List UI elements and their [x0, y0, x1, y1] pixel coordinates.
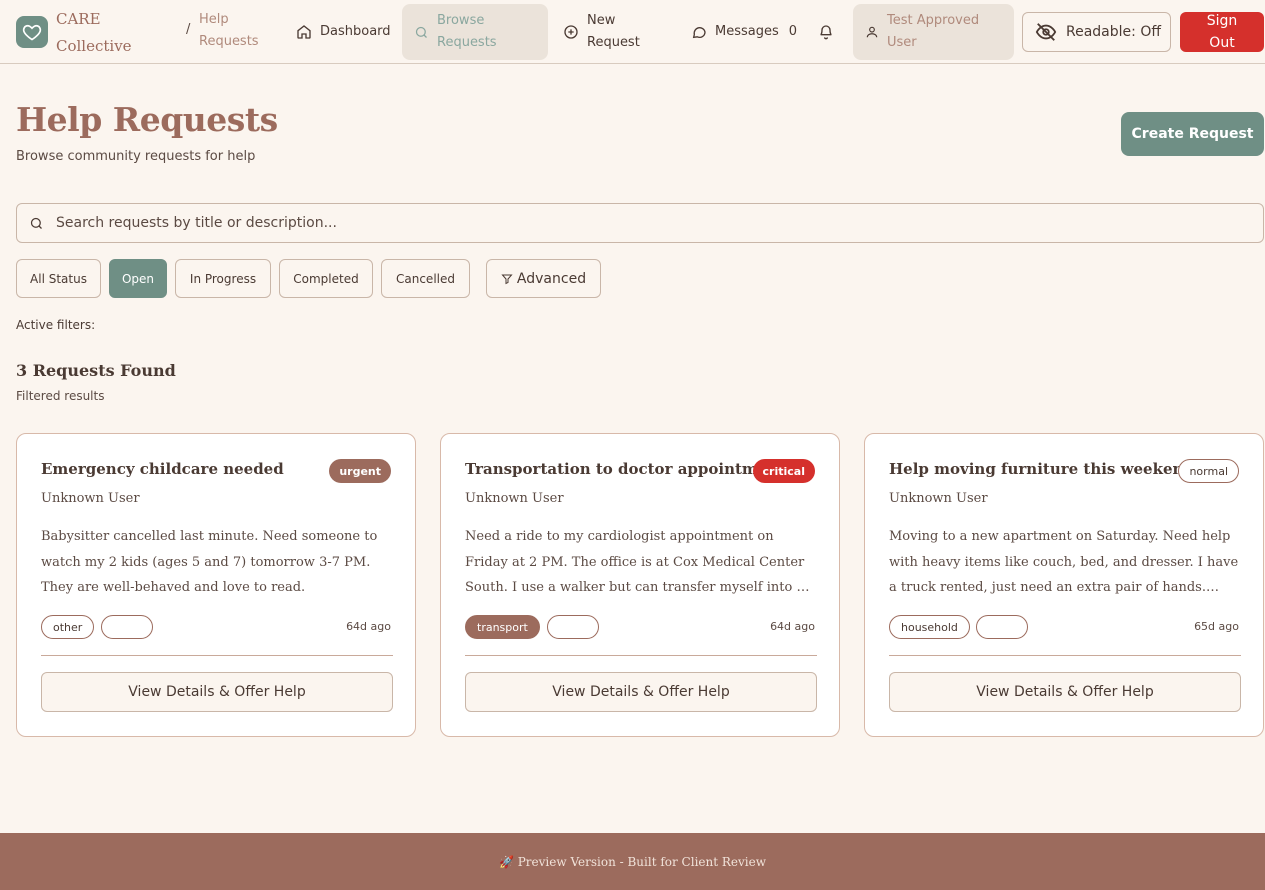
request-card[interactable]: Emergency childcare needed urgent Unknow… [16, 433, 416, 737]
card-divider [41, 655, 393, 656]
results-sublabel: Filtered results [16, 389, 105, 403]
nav-messages[interactable]: Messages 0 [691, 4, 801, 60]
card-time: 64d ago [770, 620, 815, 633]
plus-circle-icon [563, 24, 579, 40]
messages-count-badge: 0 [788, 24, 798, 39]
user-name: Test Approved User [887, 13, 980, 50]
search-icon [414, 25, 429, 40]
card-user: Unknown User [41, 491, 140, 506]
category-tag: other [41, 615, 95, 639]
breadcrumb-separator: / [186, 22, 191, 37]
advanced-filter-label: Advanced [516, 270, 587, 287]
view-details-button[interactable]: View Details & Offer Help [465, 672, 817, 712]
readable-toggle-button[interactable]: Readable: Off [1022, 12, 1171, 52]
card-divider [889, 655, 1241, 656]
readable-label: Readable: Off [1066, 24, 1161, 40]
filter-cancelled[interactable]: Cancelled [381, 259, 470, 298]
top-nav: CARE Collective / Help Requests Dashboar… [0, 0, 1265, 64]
card-divider [465, 655, 817, 656]
footer: 🚀 Preview Version - Built for Client Rev… [0, 833, 1265, 890]
page-title: Help Requests [16, 100, 278, 139]
request-card[interactable]: Help moving furniture this weekend norma… [864, 433, 1264, 737]
brand-name[interactable]: CARE Collective [56, 6, 176, 60]
nav-browse-requests[interactable]: Browse Requests [402, 4, 548, 60]
status-tag [976, 615, 1028, 639]
filter-completed[interactable]: Completed [279, 259, 373, 298]
status-tag [101, 615, 153, 639]
nav-dashboard[interactable]: Dashboard [296, 4, 396, 60]
heart-logo-icon[interactable] [16, 16, 48, 48]
filter-in-progress[interactable]: In Progress [175, 259, 271, 298]
nav-dashboard-label: Dashboard [320, 24, 391, 39]
filter-open[interactable]: Open [109, 259, 167, 298]
card-description: Need a ride to my cardiologist appointme… [465, 529, 805, 595]
user-menu[interactable]: Test Approved User [853, 4, 1014, 60]
card-user: Unknown User [465, 491, 564, 506]
filter-all-status[interactable]: All Status [16, 259, 101, 298]
breadcrumb-current: Help Requests [199, 12, 259, 49]
footer-text: 🚀 Preview Version - Built for Client Rev… [498, 854, 767, 869]
nav-messages-label: Messages [715, 24, 779, 39]
card-title: Help moving furniture this weekend [889, 460, 1194, 478]
bell-icon[interactable] [815, 4, 837, 60]
search-input[interactable] [56, 215, 1206, 231]
advanced-filter-button[interactable]: Advanced [486, 259, 601, 298]
results-count: 3 Requests Found [16, 361, 176, 380]
search-bar [16, 203, 1264, 243]
status-tag [547, 615, 599, 639]
sign-out-button[interactable]: Sign Out [1180, 12, 1264, 52]
page-subtitle: Browse community requests for help [16, 149, 256, 164]
search-icon [29, 216, 44, 231]
filter-icon [501, 273, 513, 285]
eye-off-icon [1035, 21, 1057, 43]
active-filters-label: Active filters: [16, 318, 96, 332]
create-request-button[interactable]: Create Request [1121, 112, 1264, 156]
card-title: Transportation to doctor appointment [465, 460, 786, 478]
user-icon [865, 25, 879, 39]
card-description: Babysitter cancelled last minute. Need s… [41, 529, 378, 595]
nav-browse-label: Browse Requests [437, 13, 497, 50]
nav-new-request[interactable]: New Request [563, 4, 673, 60]
card-description: Moving to a new apartment on Saturday. N… [889, 529, 1239, 595]
card-title: Emergency childcare needed [41, 460, 284, 478]
card-time: 64d ago [346, 620, 391, 633]
view-details-button[interactable]: View Details & Offer Help [889, 672, 1241, 712]
priority-badge: critical [752, 459, 815, 483]
card-user: Unknown User [889, 491, 988, 506]
home-icon [296, 24, 312, 40]
category-tag: household [889, 615, 970, 639]
request-card[interactable]: Transportation to doctor appointment cri… [440, 433, 840, 737]
sign-out-label: Sign Out [1206, 13, 1238, 51]
message-icon [691, 24, 707, 40]
priority-badge: normal [1178, 459, 1239, 483]
nav-new-label: New Request [587, 13, 640, 50]
priority-badge: urgent [329, 459, 391, 483]
category-tag: transport [465, 615, 540, 639]
view-details-button[interactable]: View Details & Offer Help [41, 672, 393, 712]
card-time: 65d ago [1194, 620, 1239, 633]
